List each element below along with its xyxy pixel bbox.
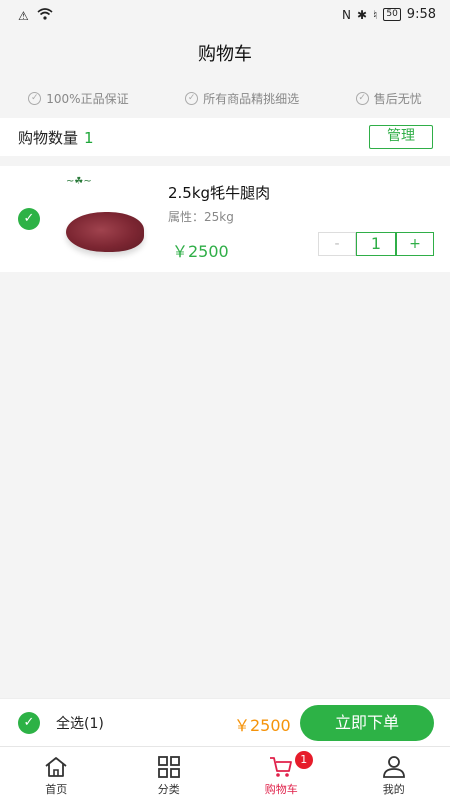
grid-icon <box>157 756 180 778</box>
battery-icon: 50 <box>383 8 401 21</box>
guarantee-item: ✓ 所有商品精挑细选 <box>185 90 299 107</box>
tab-label: 我的 <box>382 783 405 796</box>
cart-count-value: 1 <box>84 129 94 147</box>
guarantee-strip: ✓ 100%正品保证 ✓ 所有商品精挑细选 ✓ 售后无忧 <box>0 84 450 112</box>
alert-icon: ⚠ <box>18 8 29 23</box>
status-bar: ⚠ N ✱ ♮ 50 9:58 <box>0 0 450 32</box>
guarantee-item: ✓ 100%正品保证 <box>28 90 129 107</box>
cart-badge: 1 <box>294 751 313 769</box>
meat-image <box>66 212 144 252</box>
bottom-tabbar: 首页 分类 1 购物车 我的 <box>0 746 450 800</box>
cart-count: 购物数量 1 <box>18 127 94 148</box>
tab-label: 购物车 <box>264 783 298 796</box>
check-circle-icon: ✓ <box>28 91 42 105</box>
cart-item: ✓ ~☘~ 2.5kg牦牛腿肉 属性：25kg ￥2500 - 1 + <box>0 166 450 272</box>
nfc-icon: N <box>342 7 351 22</box>
page-title: 购物车 <box>198 44 252 65</box>
guarantee-item: ✓ 售后无忧 <box>355 90 422 107</box>
cart-icon <box>270 757 293 777</box>
mute-icon: ♮ <box>373 7 378 22</box>
brand-logo-icon: ~☘~ <box>66 176 92 187</box>
tab-label: 首页 <box>45 783 68 796</box>
check-circle-icon: ✓ <box>185 91 199 105</box>
bluetooth-icon: ✱ <box>356 7 368 22</box>
tab-category[interactable]: 分类 <box>113 747 226 800</box>
increase-button[interactable]: + <box>396 232 434 256</box>
product-attribute: 属性：25kg <box>168 210 234 224</box>
select-all-label[interactable]: 全选(1) <box>56 713 104 733</box>
quantity-stepper: - 1 + <box>318 232 434 256</box>
tab-profile[interactable]: 我的 <box>338 747 450 800</box>
place-order-button[interactable]: 立即下单 <box>300 705 434 741</box>
status-right: N ✱ ♮ 50 9:58 <box>342 7 436 22</box>
manage-button[interactable]: 管理 <box>369 125 433 149</box>
tab-label: 分类 <box>157 783 180 796</box>
product-image[interactable]: ~☘~ <box>58 172 154 264</box>
wifi-icon <box>37 8 53 23</box>
tab-home[interactable]: 首页 <box>0 747 113 800</box>
product-price: ￥2500 <box>172 242 229 261</box>
guarantee-label: 售后无忧 <box>373 91 422 106</box>
item-select-checkbox[interactable]: ✓ <box>18 208 40 230</box>
home-icon <box>45 757 67 777</box>
user-icon <box>382 756 405 778</box>
select-all-checkbox[interactable]: ✓ <box>18 712 40 734</box>
product-title[interactable]: 2.5kg牦牛腿肉 <box>168 182 270 203</box>
page-header: 购物车 <box>0 32 450 78</box>
check-circle-icon: ✓ <box>355 91 369 105</box>
guarantee-label: 100%正品保证 <box>46 91 129 106</box>
total-price: ￥2500 <box>234 716 291 735</box>
cart-count-label: 购物数量 <box>18 129 79 147</box>
guarantee-label: 所有商品精挑细选 <box>203 91 300 106</box>
quantity-value[interactable]: 1 <box>356 232 396 256</box>
checkout-bar: ✓ 全选(1) ￥2500 立即下单 <box>0 698 450 746</box>
status-left: ⚠ <box>18 8 53 23</box>
cart-count-bar: 购物数量 1 管理 <box>0 118 450 156</box>
decrease-button[interactable]: - <box>318 232 356 256</box>
status-time: 9:58 <box>406 7 436 22</box>
tab-cart[interactable]: 1 购物车 <box>225 747 338 800</box>
